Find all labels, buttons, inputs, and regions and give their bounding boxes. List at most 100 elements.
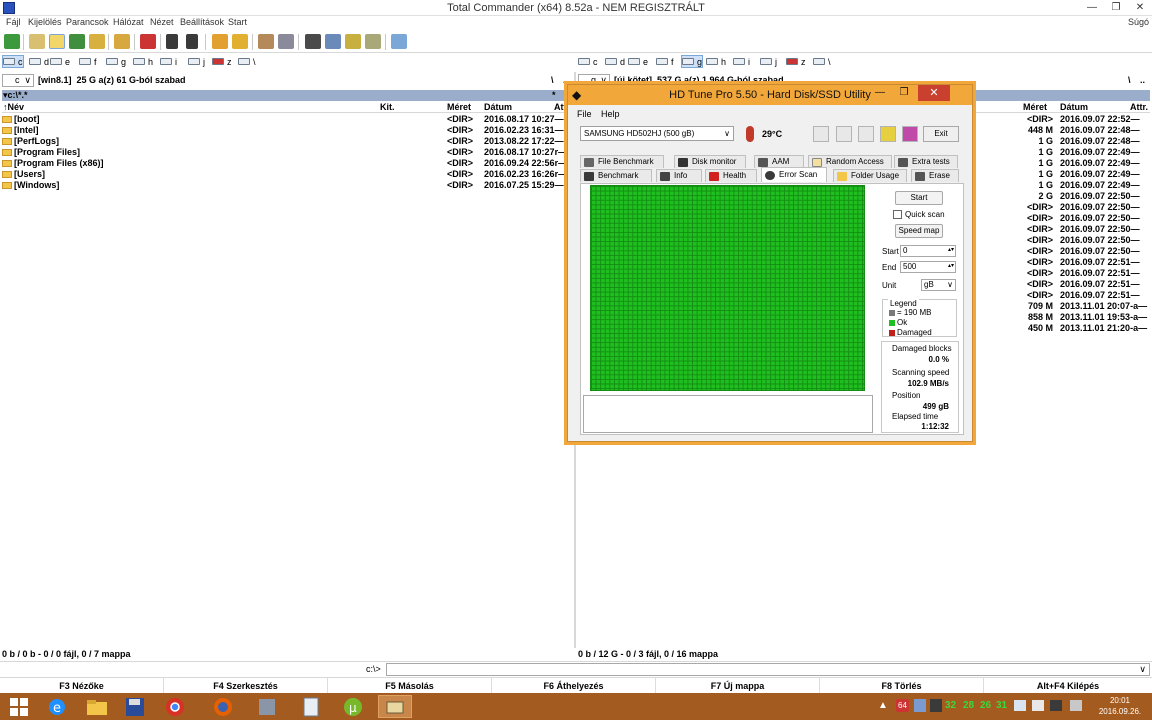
drive-j-button[interactable]: j bbox=[188, 55, 205, 68]
tab-file-benchmark[interactable]: File Benchmark bbox=[580, 155, 664, 168]
tray-arrow-icon[interactable]: ▲ bbox=[878, 700, 888, 711]
drive-z-button[interactable]: z bbox=[786, 55, 806, 68]
menu-nezet[interactable]: Nézet bbox=[150, 17, 174, 27]
tray-temp-4[interactable]: 31 bbox=[996, 700, 1007, 711]
invert-selection-icon[interactable] bbox=[114, 34, 130, 49]
clock-time[interactable]: 20:01 bbox=[1095, 696, 1145, 705]
hdtune-drive-select[interactable]: SAMSUNG HD502HJ (500 gB) ∨ bbox=[580, 126, 734, 141]
left-history-button[interactable]: * bbox=[552, 90, 556, 100]
scan-start-button[interactable]: Start bbox=[895, 191, 943, 205]
file-row[interactable]: [boot] <DIR> 2016.08.17 10:27— bbox=[2, 114, 572, 125]
utorrent-icon[interactable]: µ bbox=[336, 695, 370, 718]
calculator-icon[interactable] bbox=[294, 695, 328, 718]
firefox-icon[interactable] bbox=[206, 695, 240, 718]
drive-j-button[interactable]: j bbox=[760, 55, 777, 68]
tree-view-icon[interactable] bbox=[89, 34, 105, 49]
spinner-icon[interactable]: ▴▾ bbox=[948, 261, 954, 271]
menu-sugo[interactable]: Súgó bbox=[1128, 17, 1149, 27]
f3-view-button[interactable]: F3 Nézőke bbox=[0, 678, 164, 694]
unit-select[interactable]: gB ∨ bbox=[921, 279, 956, 291]
altf4-exit-button[interactable]: Alt+F4 Kilépés bbox=[984, 678, 1152, 694]
tab-health[interactable]: Health bbox=[705, 169, 757, 182]
drive-g-button[interactable]: g bbox=[106, 55, 126, 68]
drive-d-button[interactable]: d bbox=[605, 55, 625, 68]
command-input[interactable]: ∨ bbox=[386, 663, 1150, 676]
drive-e-button[interactable]: e bbox=[628, 55, 648, 68]
start-input[interactable]: 0 ▴▾ bbox=[900, 245, 956, 257]
save-disk-icon[interactable] bbox=[118, 695, 152, 718]
internet-explorer-icon[interactable]: e bbox=[40, 695, 74, 718]
tab-disk-monitor[interactable]: Disk monitor bbox=[674, 155, 746, 168]
hdtune-restore-button[interactable]: ❐ bbox=[892, 85, 916, 101]
hdtune-exit-button[interactable]: Exit bbox=[923, 126, 959, 142]
f7-newfolder-button[interactable]: F7 Új mappa bbox=[656, 678, 820, 694]
file-row[interactable]: [Windows] <DIR> 2016.07.25 15:29— bbox=[2, 180, 572, 191]
right-root-button[interactable]: \ bbox=[1128, 75, 1131, 85]
spinner-icon[interactable]: ▴▾ bbox=[948, 245, 954, 255]
ftp-icon[interactable] bbox=[258, 34, 274, 49]
hdtune-menu-file[interactable]: File bbox=[577, 109, 592, 119]
save-icon[interactable] bbox=[902, 126, 918, 142]
menu-beallitasok[interactable]: Beállítások bbox=[180, 17, 224, 27]
hdtune-taskbar-icon[interactable] bbox=[378, 695, 412, 718]
f5-copy-button[interactable]: F5 Másolás bbox=[328, 678, 492, 694]
drive-i-button[interactable]: i bbox=[733, 55, 750, 68]
screenshot-icon[interactable] bbox=[858, 126, 874, 142]
network-button[interactable]: \ bbox=[238, 55, 256, 68]
thumbnail-view-icon[interactable] bbox=[69, 34, 85, 49]
ftp-new-icon[interactable] bbox=[278, 34, 294, 49]
left-drive-select[interactable]: c ∨ bbox=[2, 74, 34, 87]
f4-edit-button[interactable]: F4 Szerkesztés bbox=[164, 678, 328, 694]
col-ext-header[interactable]: Kit. bbox=[380, 102, 395, 112]
right-up-button[interactable]: .. bbox=[1140, 75, 1145, 85]
flag-icon[interactable] bbox=[1050, 700, 1062, 711]
refresh-icon[interactable] bbox=[4, 34, 20, 49]
hdtune-close-button[interactable]: ✕ bbox=[918, 85, 950, 101]
sync-dirs-icon[interactable] bbox=[345, 34, 361, 49]
drive-c-button[interactable]: c bbox=[578, 55, 598, 68]
notepad-icon[interactable] bbox=[391, 34, 407, 49]
file-row[interactable]: [Program Files] <DIR> 2016.08.17 10:27r— bbox=[2, 147, 572, 158]
drive-e-button[interactable]: e bbox=[50, 55, 70, 68]
col-attr-header[interactable]: Attr. bbox=[1130, 102, 1148, 112]
drive-c-button[interactable]: c bbox=[2, 55, 24, 68]
drive-h-button[interactable]: h bbox=[133, 55, 153, 68]
copy-graph-icon[interactable] bbox=[836, 126, 852, 142]
tray-temp-3[interactable]: 26 bbox=[980, 700, 991, 711]
tab-folder-usage[interactable]: Folder Usage bbox=[833, 169, 907, 182]
tab-info[interactable]: Info bbox=[656, 169, 702, 182]
menu-parancsok[interactable]: Parancsok bbox=[66, 17, 109, 27]
multi-rename-icon[interactable] bbox=[325, 34, 341, 49]
network-icon[interactable] bbox=[1014, 700, 1026, 711]
file-explorer-icon[interactable] bbox=[80, 695, 114, 718]
copy-names-icon[interactable] bbox=[365, 34, 381, 49]
file-row[interactable]: [Intel] <DIR> 2016.02.23 16:31— bbox=[2, 125, 572, 136]
tray-app-icon[interactable] bbox=[930, 699, 942, 712]
quick-scan-checkbox[interactable] bbox=[893, 210, 902, 219]
file-row[interactable]: [Program Files (x86)] <DIR> 2016.09.24 22:… bbox=[2, 158, 572, 169]
app-grid-icon[interactable] bbox=[250, 695, 284, 718]
drive-g-button[interactable]: g bbox=[681, 55, 703, 68]
volume-icon[interactable] bbox=[1032, 700, 1044, 711]
file-row[interactable]: [Users] <DIR> 2016.02.23 16:26r— bbox=[2, 169, 572, 180]
col-size-header[interactable]: Méret bbox=[1023, 102, 1047, 112]
tab-erase[interactable]: Erase bbox=[911, 169, 959, 182]
pack-icon[interactable] bbox=[212, 34, 228, 49]
menu-start[interactable]: Start bbox=[228, 17, 247, 27]
menu-fajl[interactable]: Fájl bbox=[6, 17, 21, 27]
drive-f-button[interactable]: f bbox=[656, 55, 674, 68]
options-icon[interactable] bbox=[880, 126, 896, 142]
clock-date[interactable]: 2016.09.26. bbox=[1095, 707, 1145, 716]
col-date-header[interactable]: Dátum bbox=[1060, 102, 1088, 112]
unpack-icon[interactable] bbox=[232, 34, 248, 49]
tab-benchmark[interactable]: Benchmark bbox=[580, 169, 652, 182]
drive-h-button[interactable]: h bbox=[706, 55, 726, 68]
f6-move-button[interactable]: F6 Áthelyezés bbox=[492, 678, 656, 694]
find-files-icon[interactable] bbox=[305, 34, 321, 49]
drive-i-button[interactable]: i bbox=[160, 55, 177, 68]
tray-temp-2[interactable]: 28 bbox=[963, 700, 974, 711]
minimize-button[interactable]: — bbox=[1080, 0, 1104, 16]
back-arrow-icon[interactable] bbox=[166, 34, 178, 49]
hdtune-menu-help[interactable]: Help bbox=[601, 109, 620, 119]
file-row[interactable]: [PerfLogs] <DIR> 2013.08.22 17:22— bbox=[2, 136, 572, 147]
